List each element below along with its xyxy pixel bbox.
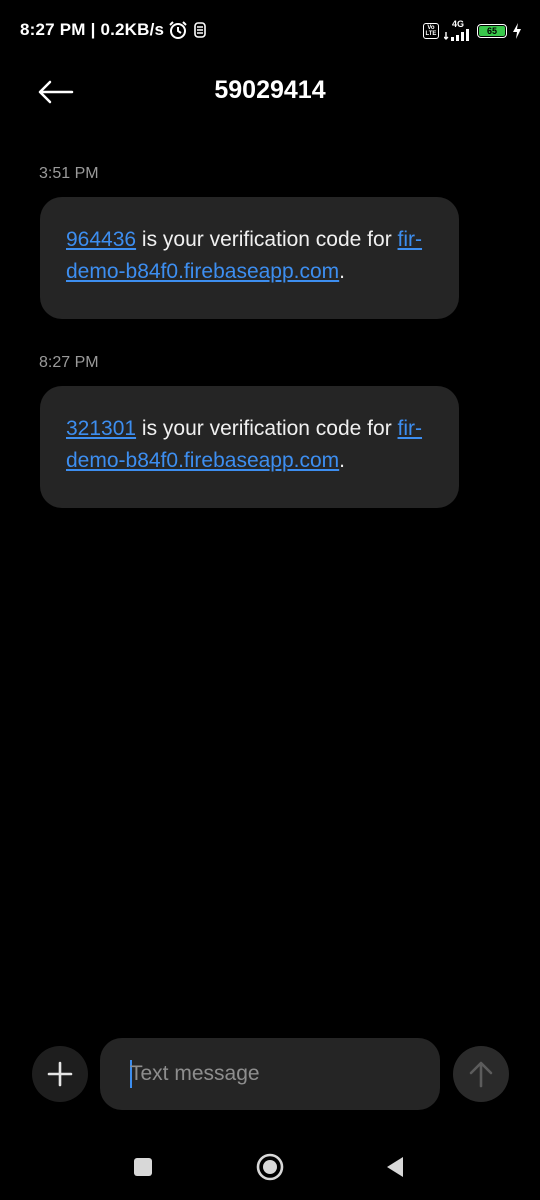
message-text-end: .: [339, 449, 346, 472]
battery-level: 65: [479, 25, 505, 36]
square-icon: [134, 1158, 152, 1176]
add-attachment-button[interactable]: [32, 1046, 88, 1102]
verification-code-link[interactable]: 964436: [66, 228, 136, 251]
sim-icon: [194, 22, 207, 38]
status-bar: 8:27 PM | 0.2KB/s Vo LTE 4G 65: [0, 0, 540, 64]
message-text-end: .: [339, 260, 346, 283]
conversation-header: 59029414: [0, 64, 540, 124]
status-left: 8:27 PM | 0.2KB/s: [20, 20, 208, 40]
alarm-icon: [169, 21, 187, 39]
message-input-placeholder: Text message: [130, 1062, 260, 1085]
message-bubble: 321301 is your verification code for fir…: [40, 386, 459, 508]
message-timestamp: 3:51 PM: [39, 165, 99, 182]
message-input[interactable]: Text message: [100, 1038, 440, 1110]
home-button[interactable]: [255, 1152, 285, 1182]
page-title: 59029414: [214, 76, 326, 104]
plus-icon: [47, 1061, 73, 1087]
message-text: is your verification code for: [136, 417, 398, 440]
message-text: is your verification code for: [136, 228, 398, 251]
status-time-speed: 8:27 PM | 0.2KB/s: [20, 20, 165, 39]
message-timestamp: 8:27 PM: [39, 354, 99, 371]
signal-icon: [444, 29, 469, 41]
triangle-left-icon: [387, 1157, 403, 1177]
nav-back-button[interactable]: [380, 1152, 410, 1182]
network-indicator: 4G: [444, 20, 472, 41]
navigation-bar: [0, 1130, 540, 1200]
charging-icon: [513, 22, 521, 39]
arrow-up-icon: [469, 1061, 493, 1088]
recents-button[interactable]: [128, 1152, 158, 1182]
verification-code-link[interactable]: 321301: [66, 417, 136, 440]
battery-icon: 65: [477, 23, 507, 38]
message-bubble: 964436 is your verification code for fir…: [40, 197, 459, 319]
circle-icon: [256, 1153, 284, 1181]
status-right: Vo LTE 4G 65: [423, 20, 522, 41]
send-button[interactable]: [453, 1046, 509, 1102]
volte-icon: Vo LTE: [423, 22, 439, 39]
network-type: 4G: [451, 19, 464, 29]
